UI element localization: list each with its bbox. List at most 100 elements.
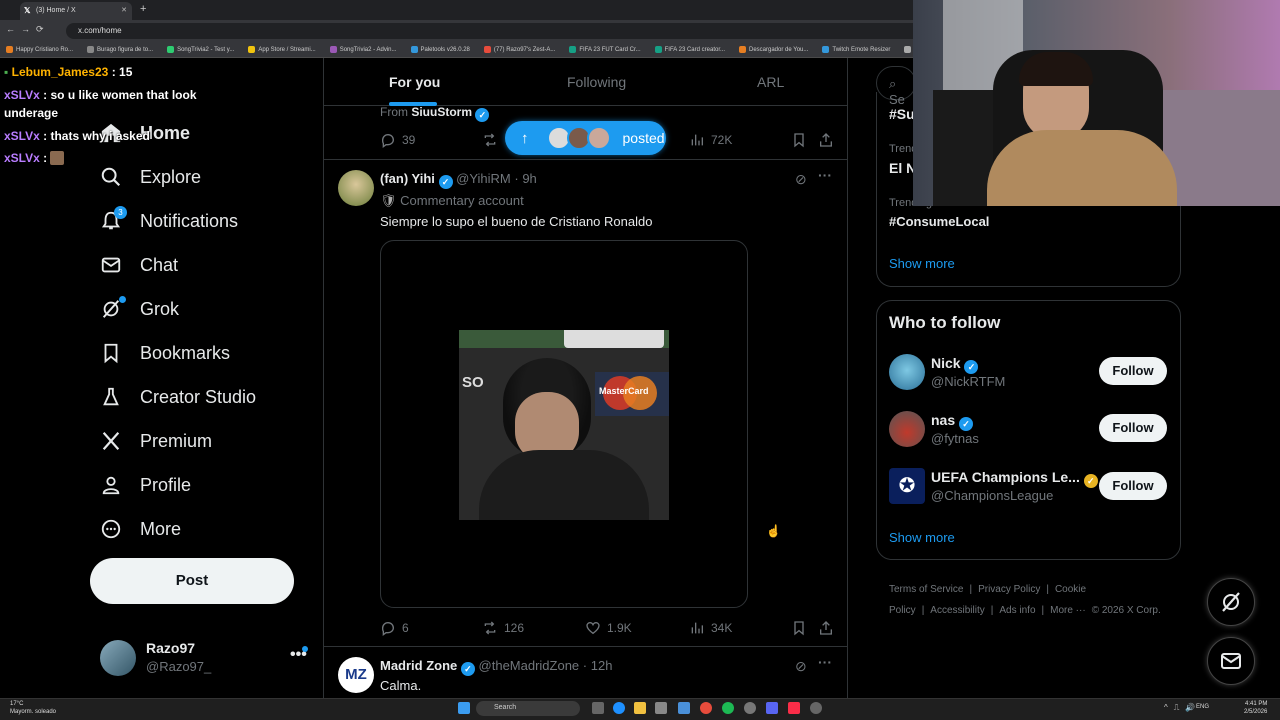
bookmark-item[interactable]: (77) Razo97's Zest-A... (483, 46, 555, 53)
tab-following[interactable]: Following (567, 74, 626, 90)
bookmark-button[interactable] (791, 620, 807, 636)
browser-tab[interactable]: 𝕏 (3) Home / X ✕ (20, 2, 132, 20)
who-to-follow-show-more[interactable]: Show more (889, 530, 955, 545)
spotify-icon[interactable] (722, 702, 734, 714)
new-tab-icon[interactable]: + (140, 3, 146, 15)
app-icon[interactable] (810, 702, 822, 714)
nav-bookmarks[interactable]: Bookmarks (100, 333, 230, 373)
post-time[interactable]: · 9h (514, 171, 536, 186)
footer-link[interactable]: More ··· (1050, 605, 1086, 616)
follow-button[interactable]: Follow (1099, 472, 1167, 500)
bookmark-item[interactable]: Burago figura de to... (87, 46, 153, 53)
footer-link[interactable]: © 2026 X Corp. (1092, 605, 1161, 616)
tab-for-you[interactable]: For you (389, 74, 440, 90)
share-button[interactable] (818, 132, 834, 148)
grok-float-button[interactable] (1207, 578, 1255, 626)
post-author-name[interactable]: Madrid Zone (380, 658, 457, 673)
taskbar-search[interactable]: Search (476, 701, 580, 716)
obs-icon[interactable] (744, 702, 756, 714)
footer-link[interactable]: Ads info (999, 605, 1035, 616)
url-field[interactable]: x.com/home (66, 23, 926, 39)
clock[interactable]: 4:41 PM 2/5/2026 (1244, 700, 1267, 716)
follow-suggestion-name[interactable]: Nick ✓ (931, 355, 979, 374)
bookmark-item[interactable]: Twitch Emote Resizer (822, 46, 890, 53)
nav-more[interactable]: More (100, 509, 181, 549)
music-icon[interactable] (788, 702, 800, 714)
messages-float-button[interactable] (1207, 637, 1255, 685)
footer-link[interactable]: Privacy Policy (978, 584, 1040, 595)
like-button[interactable]: 1.9K (585, 620, 632, 636)
store-icon[interactable] (655, 702, 667, 714)
uefa-logo-icon[interactable]: ✪ (889, 468, 925, 504)
trends-show-more[interactable]: Show more (889, 256, 955, 271)
follow-avatar[interactable] (889, 354, 925, 390)
follow-suggestion-name[interactable]: nas ✓ (931, 412, 974, 431)
chat-separator: : (43, 129, 48, 143)
account-name[interactable]: Razo97 (146, 640, 195, 656)
nav-creator-studio[interactable]: Creator Studio (100, 377, 256, 417)
grok-icon[interactable]: ⊘ (795, 658, 807, 675)
tab-close-icon[interactable]: ✕ (121, 6, 127, 14)
post-author-name[interactable]: (fan) Yihi (380, 171, 435, 186)
post-more-icon[interactable]: ··· (818, 167, 832, 183)
discord-icon[interactable] (766, 702, 778, 714)
follow-suggestion-name[interactable]: UEFA Champions Le... ✓ (931, 469, 1098, 488)
nav-profile[interactable]: Profile (100, 465, 191, 505)
trend-title[interactable]: #ConsumeLocal (889, 214, 989, 229)
edge-icon[interactable] (613, 702, 625, 714)
clock-time: 4:41 PM (1245, 701, 1268, 707)
repost-button[interactable]: 126 (482, 620, 524, 636)
bookmark-item[interactable]: SongTrivia2 - Test y... (167, 46, 234, 53)
footer-link[interactable]: Accessibility (930, 605, 984, 616)
tab-arl[interactable]: ARL (757, 74, 784, 90)
bookmark-item[interactable]: FIFA 23 Card creator... (654, 46, 725, 53)
nav-explore[interactable]: Explore (100, 157, 201, 197)
nav-grok[interactable]: Grok (100, 289, 179, 329)
follow-suggestion-handle[interactable]: @fytnas (931, 431, 979, 446)
trend-title[interactable]: #Su (889, 106, 915, 122)
task-view-icon[interactable] (592, 702, 604, 714)
bookmark-item[interactable]: Descargador de You... (739, 46, 808, 53)
language-indicator[interactable]: ENG (1196, 704, 1209, 710)
new-posts-pill[interactable]: ↑ posted (505, 121, 666, 155)
bookmark-item[interactable]: FIFA 23 FUT Card Cr... (569, 46, 641, 53)
windows-start-icon[interactable] (458, 702, 470, 714)
follow-avatar[interactable] (889, 411, 925, 447)
follow-button[interactable]: Follow (1099, 414, 1167, 442)
chrome-icon[interactable] (700, 702, 712, 714)
from-name[interactable]: SiuuStorm (411, 105, 472, 119)
reply-button[interactable]: 6 (380, 620, 409, 636)
views-button[interactable]: 72K (689, 132, 732, 148)
bookmark-item[interactable]: SongTrivia2 - Advin... (329, 46, 397, 53)
browser-nav-buttons[interactable]: ←→⟳ (6, 24, 50, 35)
post-avatar[interactable]: MZ (338, 657, 374, 693)
mail-app-icon[interactable] (678, 702, 690, 714)
chat-text: 15 (119, 65, 133, 79)
footer-link[interactable]: Terms of Service (889, 584, 963, 595)
account-avatar[interactable] (100, 640, 136, 676)
follow-button[interactable]: Follow (1099, 357, 1167, 385)
weather-widget[interactable]: 17°C Mayorm. soleado (10, 700, 56, 716)
account-handle[interactable]: @Razo97_ (146, 659, 211, 674)
post-author-handle[interactable]: @theMadridZone (479, 658, 580, 673)
bookmark-item[interactable]: Paletools v26.0.28 (410, 46, 470, 53)
file-explorer-icon[interactable] (634, 702, 646, 714)
bookmark-item[interactable]: Happy Cristiano Ro... (6, 46, 73, 53)
post-more-icon[interactable]: ··· (818, 654, 832, 670)
reply-button[interactable]: 39 (380, 132, 415, 148)
nav-chat[interactable]: Chat (100, 245, 178, 285)
follow-suggestion-handle[interactable]: @NickRTFM (931, 374, 1005, 389)
follow-suggestion-handle[interactable]: @ChampionsLeague (931, 488, 1053, 503)
nav-premium[interactable]: Premium (100, 421, 212, 461)
share-button[interactable] (818, 620, 834, 636)
post-button[interactable]: Post (90, 558, 294, 604)
repost-button[interactable] (482, 132, 498, 148)
post-time[interactable]: · 12h (583, 658, 613, 673)
bookmark-button[interactable] (791, 132, 807, 148)
share-icon (820, 621, 832, 635)
bookmark-item[interactable]: App Store / Streami... (248, 46, 316, 53)
post-avatar[interactable] (338, 170, 374, 206)
post-author-handle[interactable]: @YihiRM (456, 171, 511, 186)
views-button[interactable]: 34K (689, 620, 732, 636)
grok-icon[interactable]: ⊘ (795, 171, 807, 188)
